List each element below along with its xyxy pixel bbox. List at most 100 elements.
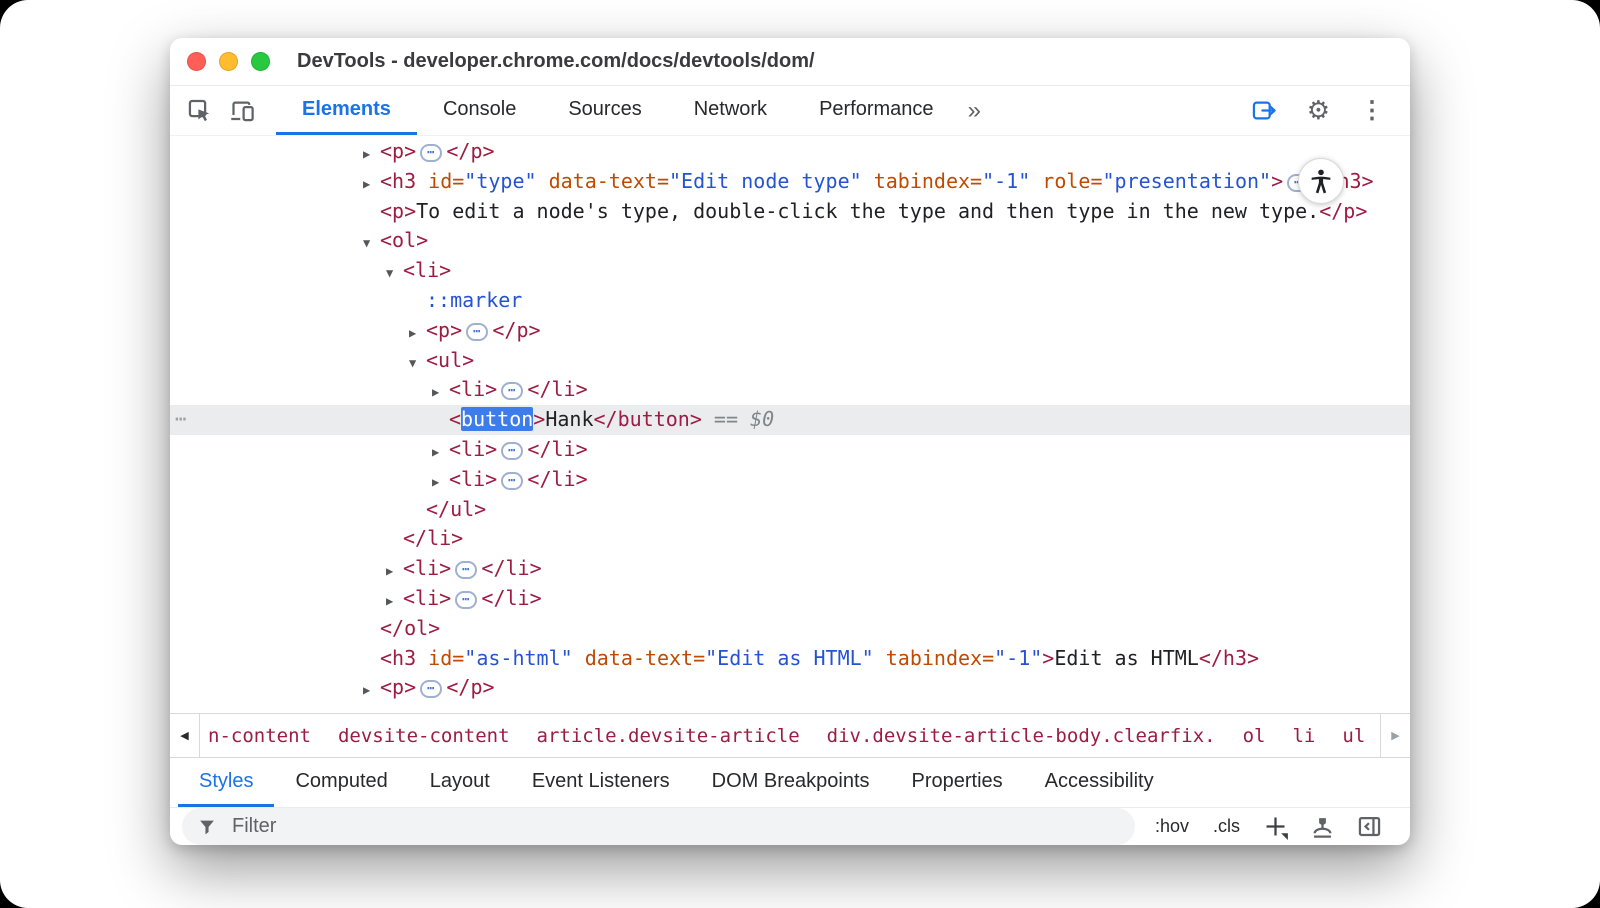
dom-tree-row[interactable]: </ol> [170,614,1410,644]
dom-tree-row[interactable]: ▶<p>⋯</p> [170,137,1410,167]
twisty-right-icon[interactable]: ▶ [432,438,449,468]
token-selword: button [461,407,533,431]
breadcrumb-item-devsite-content[interactable]: devsite-content [338,725,510,747]
square-right-arrow-button[interactable] [1242,97,1285,124]
dom-tree-row[interactable]: ▶<h3 id="type" data-text="Edit node type… [170,167,1410,197]
twisty-right-icon[interactable]: ▶ [363,140,380,170]
more-tabs-button[interactable]: » [960,86,989,135]
stamp-brush-button[interactable] [1307,811,1338,842]
breadcrumb-scroll-right-button[interactable]: ▶ [1380,714,1410,757]
token-pseudo: ::marker [426,288,522,312]
sidebar-tab-computed[interactable]: Computed [274,758,408,807]
settings-button[interactable]: ⚙ [1299,95,1338,126]
styles-filter-input[interactable] [230,814,1129,839]
twisty-right-icon[interactable]: ▶ [432,378,449,408]
token-tag: </li> [527,437,587,461]
dom-tree-row[interactable]: </li> [170,524,1410,554]
panel-tabs: ElementsConsoleSourcesNetworkPerformance [276,86,960,135]
sidebar-tab-event-listeners[interactable]: Event Listeners [511,758,691,807]
dom-tree-row[interactable]: ▶<li>⋯</li> [170,465,1410,495]
dom-tree-row[interactable]: ::marker [170,286,1410,316]
token-val: "-1" [994,646,1042,670]
dom-tree-row[interactable]: ▼<li> [170,256,1410,286]
more-tabs-icon: » [968,97,981,125]
sidebar-tab-layout[interactable]: Layout [409,758,511,807]
breadcrumb-item-article-devsite-article[interactable]: article.devsite-article [537,725,800,747]
dom-tree-row[interactable]: ▶<li>⋯</li> [170,554,1410,584]
more-options-button[interactable]: ⋮ [1352,96,1392,125]
minimize-window-button[interactable] [219,52,238,71]
breadcrumb-item-div-devsite-article-body-clearfix[interactable]: div.devsite-article-body.clearfix. [827,725,1216,747]
dom-tree-row[interactable]: ▶<p>⋯</p> [170,673,1410,703]
inline-expand-icon[interactable]: ⋯ [455,591,477,609]
dom-tree-row[interactable]: ▶<p>⋯</p> [170,316,1410,346]
close-window-button[interactable] [187,52,206,71]
dom-tree-row[interactable]: ▼<ol> [170,226,1410,256]
dom-tree-row[interactable]: ▼<ul> [170,346,1410,376]
token-attr: tabindex= [874,646,994,670]
inline-expand-icon[interactable]: ⋯ [501,382,523,400]
toggle-sidebar-button[interactable] [1354,811,1385,842]
token-text: Edit as HTML [1054,646,1199,670]
row-actions-icon[interactable]: ⋯ [175,405,186,435]
twisty-right-icon[interactable]: ▶ [386,587,403,617]
twisty-down-icon[interactable]: ▼ [409,349,426,379]
token-tag: <p> [380,199,416,223]
token-tag: <li> [449,467,497,491]
device-toolbar-button[interactable] [221,86,264,135]
twisty-right-icon[interactable]: ▶ [409,319,426,349]
styles-toolbar: :hov .cls [170,808,1410,845]
tab-elements[interactable]: Elements [276,86,417,135]
sidebar-tab-accessibility[interactable]: Accessibility [1024,758,1175,807]
token-tag: <h3 [380,169,428,193]
token-tag: </ul> [426,497,486,521]
twisty-right-icon[interactable]: ▶ [432,468,449,498]
inline-expand-icon[interactable]: ⋯ [466,323,488,341]
inline-expand-icon[interactable]: ⋯ [455,561,477,579]
gear-icon: ⚙ [1307,95,1330,126]
twisty-right-icon[interactable]: ▶ [363,170,380,200]
breadcrumb-item-ol[interactable]: ol [1243,725,1266,747]
accessibility-person-button[interactable] [1298,158,1344,204]
inline-expand-icon[interactable]: ⋯ [501,442,523,460]
tab-sources[interactable]: Sources [542,86,667,135]
inline-expand-icon[interactable]: ⋯ [420,144,442,162]
tab-network[interactable]: Network [668,86,793,135]
dom-tree-row[interactable]: ▶<li>⋯</li> [170,584,1410,614]
devtools-toolbar: ElementsConsoleSourcesNetworkPerformance… [170,86,1410,136]
element-classes-button[interactable]: .cls [1209,814,1244,839]
dom-tree-row[interactable]: ▶<li>⋯</li> [170,375,1410,405]
twisty-down-icon[interactable]: ▼ [363,229,380,259]
tab-performance[interactable]: Performance [793,86,960,135]
dom-tree-row[interactable]: </ul> [170,495,1410,525]
sidebar-tab-properties[interactable]: Properties [891,758,1024,807]
dom-tree-row[interactable]: ▶<li>⋯</li> [170,435,1410,465]
inspect-element-button[interactable] [178,86,221,135]
token-tag: <li> [449,437,497,461]
sidebar-tab-styles[interactable]: Styles [178,758,274,807]
twisty-right-icon[interactable]: ▶ [363,676,380,706]
dom-tree-row[interactable]: <h3 id="as-html" data-text="Edit as HTML… [170,644,1410,674]
chevron-left-icon: ◀ [180,729,188,742]
tab-console[interactable]: Console [417,86,542,135]
toggle-element-state-button[interactable]: :hov [1151,814,1193,839]
token-tag: <h3 [380,646,428,670]
token-attr: tabindex= [862,169,982,193]
token-tag: </li> [481,556,541,580]
twisty-right-icon[interactable]: ▶ [386,557,403,587]
token-tag: <li> [449,377,497,401]
breadcrumb-item-n-content[interactable]: n-content [208,725,311,747]
token-tag: < [449,407,461,431]
inline-expand-icon[interactable]: ⋯ [501,472,523,490]
dom-tree-row[interactable]: <p>To edit a node's type, double-click t… [170,197,1410,227]
dom-tree-row-selected[interactable]: <button>Hank</button> == $0⋯ [170,405,1410,435]
inline-expand-icon[interactable]: ⋯ [420,680,442,698]
twisty-down-icon[interactable]: ▼ [386,259,403,289]
sidebar-tab-dom-breakpoints[interactable]: DOM Breakpoints [691,758,891,807]
breadcrumb-item-li[interactable]: li [1292,725,1315,747]
fullscreen-window-button[interactable] [251,52,270,71]
new-style-rule-button[interactable] [1260,811,1291,842]
breadcrumb-scroll-left-button[interactable]: ◀ [170,714,200,757]
token-tag: </p> [446,139,494,163]
breadcrumb-item-ul[interactable]: ul [1342,725,1365,747]
